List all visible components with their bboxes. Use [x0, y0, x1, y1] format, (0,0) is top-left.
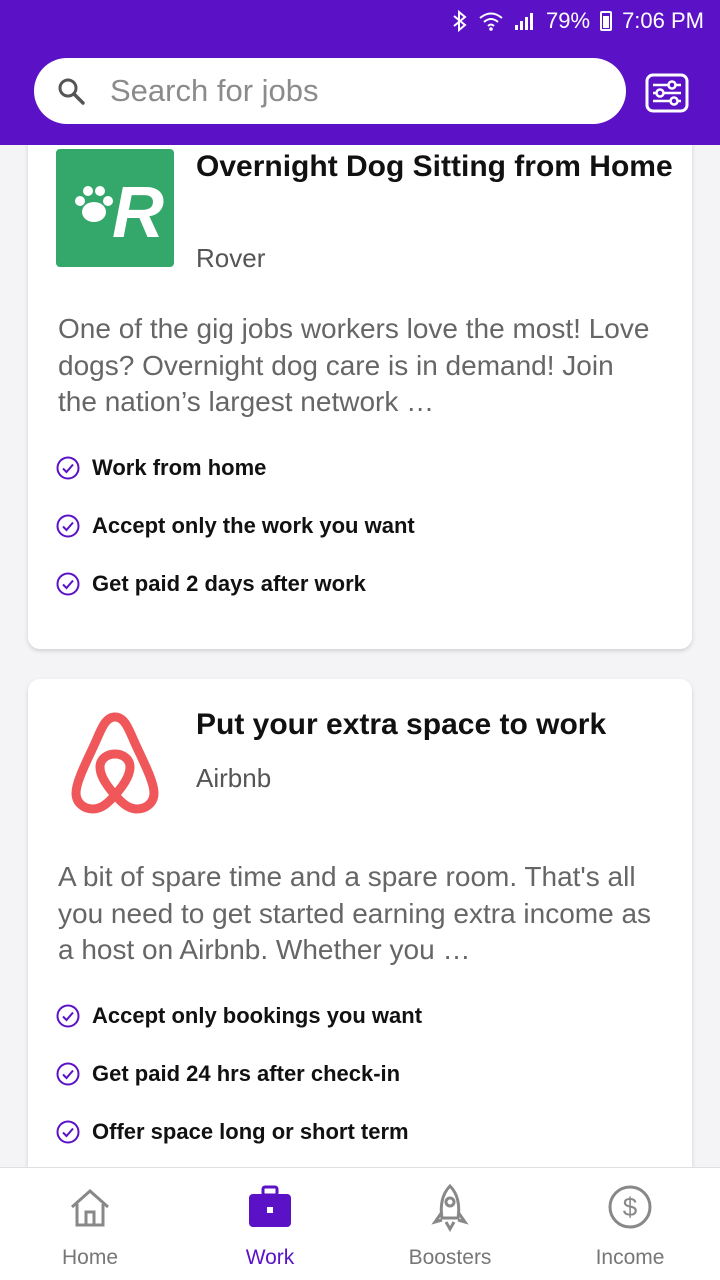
status-icons: 79% 7:06 PM — [452, 8, 704, 34]
feature-text: Offer space long or short term — [92, 1119, 409, 1144]
search-icon — [54, 74, 88, 108]
status-time: 7:06 PM — [622, 8, 704, 33]
company-name: Rover — [196, 243, 266, 273]
battery-icon — [600, 11, 613, 31]
job-list[interactable]: R Overnight Dog Sitting from Home Rover … — [0, 145, 720, 1167]
dollar-icon: $ — [605, 1182, 655, 1232]
search-bar[interactable] — [34, 58, 626, 124]
job-description: One of the gig jobs workers love the mos… — [58, 313, 650, 417]
airbnb-logo — [56, 699, 174, 817]
home-icon — [65, 1182, 115, 1232]
nav-item-boosters[interactable]: Boosters — [380, 1182, 520, 1270]
app-header: 79% 7:06 PM — [0, 0, 720, 145]
feature-text: Get paid 24 hrs after check-in — [92, 1061, 401, 1086]
job-card-rover[interactable]: R Overnight Dog Sitting from Home Rover … — [28, 145, 692, 649]
check-circle-icon — [56, 1120, 80, 1144]
nav-label: Boosters — [408, 1246, 492, 1269]
search-input[interactable] — [110, 73, 570, 109]
feature-item: Offer space long or short term — [56, 1119, 409, 1145]
company-name: Airbnb — [196, 763, 272, 793]
job-card-airbnb[interactable]: Put your extra space to work Airbnb A bi… — [28, 679, 692, 1167]
feature-text: Accept only the work you want — [92, 513, 415, 538]
feature-text: Work from home — [92, 455, 267, 480]
job-title[interactable]: Put your extra space to work — [196, 705, 676, 744]
feature-item: Accept only the work you want — [56, 513, 415, 539]
battery-percent: 79% — [546, 8, 591, 33]
signal-icon — [514, 11, 536, 31]
feature-item: Get paid 2 days after work — [56, 571, 366, 597]
nav-item-work[interactable]: Work — [200, 1182, 340, 1270]
rover-logo: R — [56, 149, 174, 267]
nav-label: Income — [595, 1246, 665, 1269]
nav-label: Work — [245, 1246, 295, 1269]
nav-item-home[interactable]: Home — [20, 1182, 160, 1270]
bottom-navigation: Home Work Boosters $ Income — [0, 1167, 720, 1280]
feature-item: Work from home — [56, 455, 266, 481]
svg-text:$: $ — [623, 1192, 638, 1222]
check-circle-icon — [56, 456, 80, 480]
svg-text:R: R — [112, 173, 164, 253]
feature-text: Accept only bookings you want — [92, 1003, 423, 1028]
job-title[interactable]: Overnight Dog Sitting from Home — [196, 147, 676, 186]
check-circle-icon — [56, 572, 80, 596]
feature-text: Get paid 2 days after work — [92, 571, 366, 596]
feature-item: Accept only bookings you want — [56, 1003, 422, 1029]
bluetooth-icon — [452, 10, 468, 32]
wifi-icon — [478, 11, 504, 31]
nav-item-income[interactable]: $ Income — [560, 1182, 700, 1270]
nav-label: Home — [61, 1246, 119, 1269]
check-circle-icon — [56, 514, 80, 538]
filter-settings-icon[interactable] — [644, 72, 690, 114]
job-description: A bit of spare time and a spare room. Th… — [58, 861, 652, 965]
briefcase-icon — [245, 1182, 295, 1232]
rocket-icon — [425, 1182, 475, 1232]
check-circle-icon — [56, 1004, 80, 1028]
check-circle-icon — [56, 1062, 80, 1086]
status-bar: 79% 7:06 PM — [0, 0, 720, 40]
feature-item: Get paid 24 hrs after check-in — [56, 1061, 400, 1087]
